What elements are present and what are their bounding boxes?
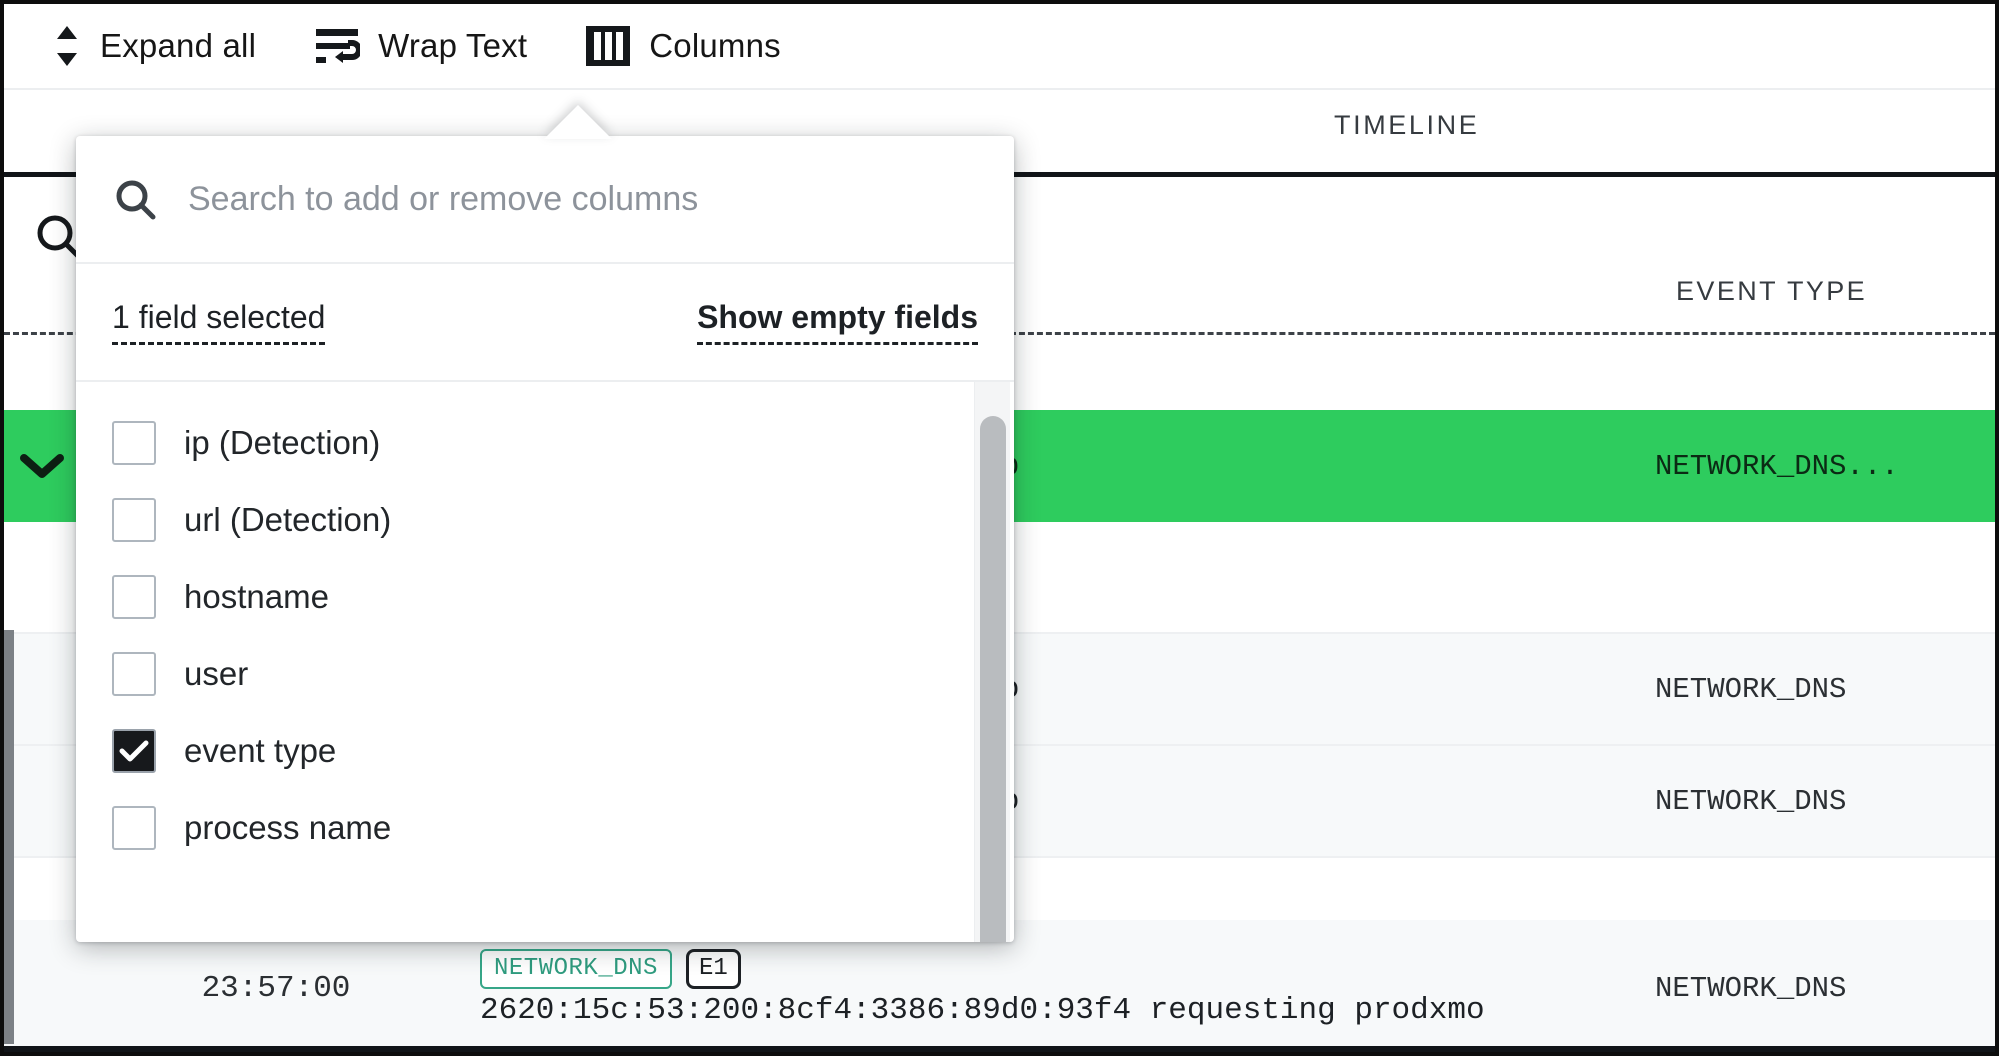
field-label: hostname: [184, 577, 329, 615]
columns-picker-screen: Expand all Wrap Text Columns TIMELINE EV…: [0, 0, 1999, 1056]
row-message-text: 2620:15c:53:200:8cf4:3386:89d0:93f4 requ…: [480, 992, 1485, 1028]
selected-fields-count[interactable]: 1 field selected: [112, 299, 326, 345]
columns-search-input[interactable]: [186, 178, 978, 220]
field-label: process name: [184, 808, 392, 846]
columns-popup: 1 field selected Show empty fields ip (D…: [76, 136, 1014, 942]
field-label: event type: [184, 731, 337, 769]
checkbox-icon[interactable]: [112, 651, 156, 696]
status-badge[interactable]: NETWORK_DNS: [480, 948, 672, 989]
count-badge[interactable]: E1: [685, 948, 741, 989]
columns-icon: [585, 25, 631, 67]
expand-vertical-icon: [52, 23, 82, 69]
columns-button[interactable]: Columns: [579, 21, 787, 71]
columns-field-list: ip (Detection) url (Detection) hostname …: [76, 382, 1014, 942]
popup-scrollbar-track[interactable]: [974, 382, 1010, 942]
checkbox-icon[interactable]: [112, 420, 156, 465]
field-row-process-name[interactable]: process name: [76, 789, 1014, 866]
field-label: url (Detection): [184, 500, 392, 538]
row-event-type: NETWORK_DNS: [1655, 672, 1847, 706]
column-header-event-type[interactable]: EVENT TYPE: [1676, 276, 1867, 307]
row-event-type: NETWORK_DNS: [1655, 784, 1847, 818]
columns-label: Columns: [649, 27, 781, 64]
row-badges: NETWORK_DNS E1: [480, 948, 1615, 989]
popup-scrollbar-thumb[interactable]: [980, 416, 1006, 942]
chevron-down-icon[interactable]: [4, 451, 80, 481]
checkbox-icon[interactable]: [112, 805, 156, 850]
column-header-timeline[interactable]: TIMELINE: [1334, 110, 1479, 141]
field-row-ip-detection[interactable]: ip (Detection): [76, 404, 1014, 481]
row-time: 23:57:00: [201, 970, 351, 1006]
field-label: ip (Detection): [184, 423, 381, 461]
search-icon: [112, 176, 158, 222]
show-empty-fields-toggle[interactable]: Show empty fields: [697, 299, 978, 345]
wrap-text-button[interactable]: Wrap Text: [308, 19, 533, 73]
table-bottom-divider: [4, 1046, 1995, 1052]
field-label: user: [184, 654, 249, 692]
wrap-text-label: Wrap Text: [378, 27, 528, 64]
expand-all-button[interactable]: Expand all: [46, 19, 262, 73]
popup-caret: [544, 105, 612, 139]
expand-all-label: Expand all: [100, 27, 257, 64]
field-row-event-type[interactable]: event type: [76, 712, 1014, 789]
row-message: NETWORK_DNS E1 2620:15c:53:200:8cf4:3386…: [472, 948, 1615, 1028]
row-event-type: NETWORK_DNS...: [1655, 449, 1899, 483]
checkbox-icon[interactable]: [112, 497, 156, 542]
checkbox-icon[interactable]: [112, 728, 156, 773]
table-toolbar: Expand all Wrap Text Columns: [4, 4, 1995, 90]
columns-meta-row: 1 field selected Show empty fields: [76, 264, 1014, 382]
row-event-type: NETWORK_DNS: [1655, 971, 1847, 1005]
field-row-url-detection[interactable]: url (Detection): [76, 481, 1014, 558]
checkbox-icon[interactable]: [112, 574, 156, 619]
field-row-user[interactable]: user: [76, 635, 1014, 712]
wrap-text-icon: [314, 23, 361, 69]
columns-search-row: [76, 136, 1014, 264]
table-left-gutter: [4, 630, 14, 1044]
field-row-hostname[interactable]: hostname: [76, 558, 1014, 635]
